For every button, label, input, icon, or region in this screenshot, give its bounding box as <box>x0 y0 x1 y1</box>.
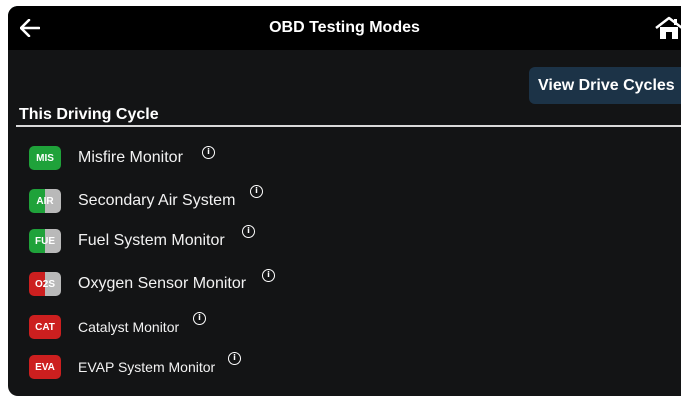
info-icon[interactable]: i <box>202 146 215 159</box>
info-icon[interactable]: i <box>193 312 206 325</box>
monitor-label: EVAP System Monitor <box>78 359 216 375</box>
info-icon[interactable]: i <box>228 352 241 365</box>
info-icon[interactable]: i <box>242 225 255 238</box>
monitor-label: Secondary Air System <box>78 192 236 209</box>
monitor-badge: O2S <box>29 272 61 296</box>
monitor-badge: FUE <box>29 229 61 253</box>
info-icon[interactable]: i <box>250 185 263 198</box>
monitor-label: Misfire Monitor <box>78 149 183 166</box>
monitor-label: Oxygen Sensor Monitor <box>78 275 247 292</box>
monitor-badge: AIR <box>29 189 61 213</box>
monitor-badge: CAT <box>29 315 61 339</box>
info-icon[interactable]: i <box>262 269 275 282</box>
monitor-label: Catalyst Monitor <box>78 319 180 335</box>
app-screen: OBD Testing Modes View Drive Cycles This… <box>8 6 681 396</box>
monitor-badge: MIS <box>29 146 61 170</box>
monitor-label: Fuel System Monitor <box>78 232 225 249</box>
monitor-list: MIS Misfire Monitor i AIR Secondary Air … <box>8 6 681 396</box>
monitor-badge: EVA <box>29 355 61 379</box>
